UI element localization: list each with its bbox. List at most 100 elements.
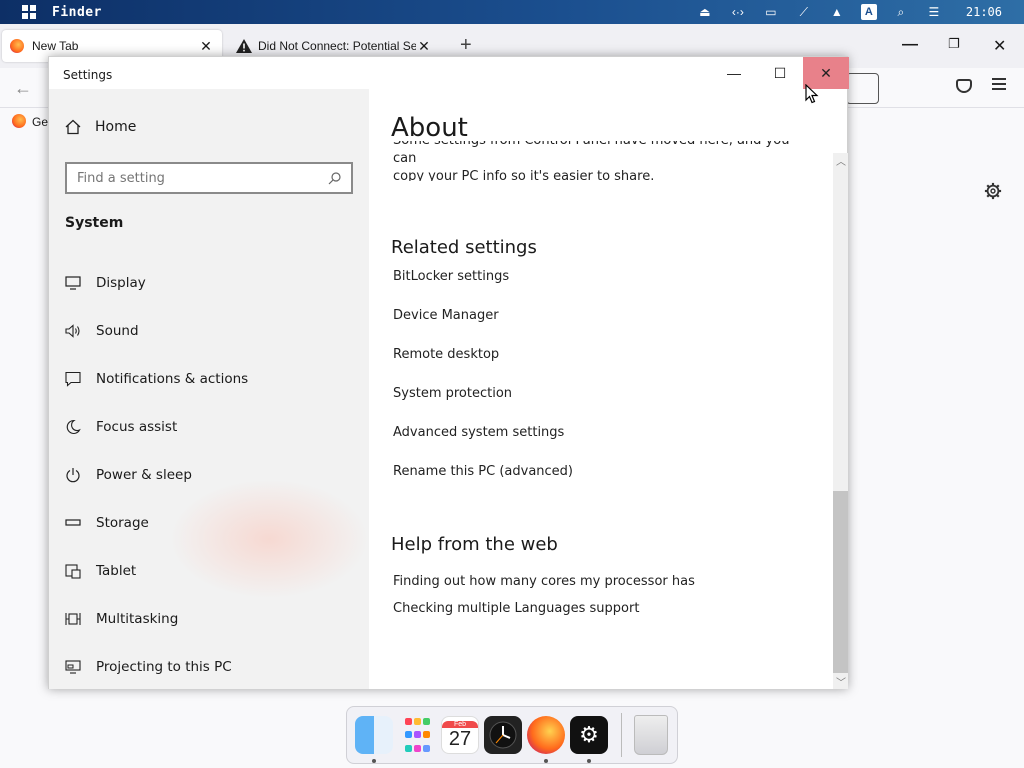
url-bar[interactable] (846, 73, 879, 104)
tab-label: Did Not Connect: Potential Security Issu… (258, 39, 416, 53)
nav-item-power-sleep[interactable]: Power & sleep (49, 451, 369, 499)
nav-item-label: Multitasking (96, 611, 179, 627)
nav-item-storage[interactable]: Storage (49, 499, 369, 547)
close-tab-icon[interactable]: ✕ (416, 38, 432, 55)
link-device-manager[interactable]: Device Manager (393, 308, 499, 323)
window-title: Settings (63, 68, 113, 82)
browser-close-icon[interactable]: ✕ (993, 36, 1006, 56)
intro-clip: Some settings from Control Panel have mo… (369, 141, 833, 181)
nav-item-focus-assist[interactable]: Focus assist (49, 403, 369, 451)
upload-icon[interactable]: ▲ (828, 4, 846, 20)
trash-icon[interactable] (634, 715, 668, 755)
browser-minimize-icon[interactable]: — (902, 36, 918, 54)
network-code-icon[interactable]: ‹·› (729, 4, 747, 20)
nav-item-tablet[interactable]: Tablet (49, 547, 369, 595)
firefox-icon (12, 114, 26, 128)
system-tray: ⏏ ‹·› ▭ ⟋ ▲ A ⌕ ☰ 21:06 (696, 0, 1024, 24)
home-nav-item[interactable]: Home (65, 119, 136, 135)
notifications-icon (65, 371, 81, 387)
active-app-name: Finder (52, 4, 102, 20)
tablet-icon (65, 563, 81, 579)
minimize-button[interactable]: — (711, 57, 757, 89)
running-indicator (372, 759, 376, 763)
nav-item-notifications[interactable]: Notifications & actions (49, 355, 369, 403)
related-settings-heading: Related settings (391, 237, 537, 258)
power-icon (65, 467, 81, 483)
search-input[interactable] (77, 170, 328, 186)
browser-restore-icon[interactable]: ❐ (948, 36, 960, 52)
wifi-off-icon[interactable]: ⟋ (795, 4, 813, 20)
link-help-languages[interactable]: Checking multiple Languages support (393, 601, 639, 616)
control-center-icon[interactable]: ☰ (925, 4, 943, 20)
clock-icon[interactable] (484, 716, 522, 754)
nav-item-projecting[interactable]: Projecting to this PC (49, 643, 369, 691)
nav-item-label: Display (96, 275, 146, 291)
page-title: About (391, 113, 468, 143)
intro-text: Some settings from Control Panel have mo… (393, 141, 813, 181)
settings-icon[interactable]: ⚙ (570, 716, 608, 763)
link-bitlocker-settings[interactable]: BitLocker settings (393, 269, 509, 284)
scroll-thumb[interactable] (833, 491, 848, 673)
scroll-down-arrow-icon[interactable]: ﹀ (836, 674, 846, 689)
multitasking-icon (65, 611, 81, 627)
system-nav-list: Display Sound Notifications & actions Fo… (49, 259, 369, 691)
nav-item-multitasking[interactable]: Multitasking (49, 595, 369, 643)
launchpad-icon[interactable] (398, 716, 436, 754)
moon-icon (65, 419, 81, 435)
link-advanced-system-settings[interactable]: Advanced system settings (393, 425, 564, 440)
mouse-cursor-icon (805, 84, 819, 104)
nav-item-label: Notifications & actions (96, 371, 249, 387)
intro-line-1: Some settings from Control Panel have mo… (393, 141, 789, 166)
firefox-icon[interactable] (527, 716, 565, 763)
finder-icon[interactable] (355, 716, 393, 763)
gear-icon[interactable] (984, 182, 1002, 200)
eject-icon[interactable]: ⏏ (696, 4, 714, 20)
running-indicator (544, 759, 548, 763)
nav-item-label: Projecting to this PC (96, 659, 232, 675)
pocket-icon[interactable] (956, 79, 972, 93)
hamburger-menu-icon[interactable] (992, 78, 1006, 93)
link-rename-this-pc[interactable]: Rename this PC (advanced) (393, 464, 573, 479)
link-system-protection[interactable]: System protection (393, 386, 512, 401)
about-content-pane: About Some settings from Control Panel h… (369, 89, 833, 689)
help-heading: Help from the web (391, 534, 558, 555)
close-tab-icon[interactable]: ✕ (198, 38, 214, 55)
nav-item-sound[interactable]: Sound (49, 307, 369, 355)
back-arrow-icon[interactable]: ← (14, 78, 32, 99)
display-icon (65, 275, 81, 291)
running-indicator (587, 759, 591, 763)
sound-icon (65, 323, 81, 339)
settings-window: Settings — ☐ ✕ Home System Display Sound… (48, 56, 849, 689)
tab-label: New Tab (32, 39, 79, 53)
nav-item-label: Storage (96, 515, 149, 531)
find-setting-search[interactable] (65, 162, 353, 194)
maximize-button[interactable]: ☐ (757, 57, 803, 89)
windows-logo-icon[interactable] (22, 5, 36, 19)
nav-item-label: Focus assist (96, 419, 178, 435)
link-remote-desktop[interactable]: Remote desktop (393, 347, 499, 362)
system-top-bar: Finder ⏏ ‹·› ▭ ⟋ ▲ A ⌕ ☰ 21:06 (0, 0, 1024, 24)
intro-line-2: copy your PC info so it's easier to shar… (393, 169, 655, 181)
search-icon[interactable]: ⌕ (892, 4, 910, 20)
projecting-icon (65, 659, 81, 675)
dock: Feb 27 ⚙ (346, 706, 678, 764)
nav-item-label: Sound (96, 323, 139, 339)
search-icon[interactable] (328, 171, 341, 185)
settings-sidebar: Home System Display Sound Notifications … (49, 89, 369, 689)
display-icon[interactable]: ▭ (762, 4, 780, 20)
clock[interactable]: 21:06 (966, 5, 1002, 19)
keyboard-layout-indicator[interactable]: A (860, 4, 877, 20)
content-scrollbar[interactable]: ︿ ﹀ (833, 153, 848, 689)
calendar-icon[interactable]: Feb 27 (441, 716, 479, 754)
nav-item-display[interactable]: Display (49, 259, 369, 307)
calendar-day: 27 (448, 727, 472, 750)
storage-icon (65, 515, 81, 531)
scroll-up-arrow-icon[interactable]: ︿ (836, 153, 846, 168)
new-tab-plus-icon[interactable]: + (460, 34, 472, 57)
nav-item-label: Power & sleep (96, 467, 192, 483)
nav-item-label: Tablet (96, 563, 137, 579)
warning-icon (236, 39, 252, 53)
link-help-processor-cores[interactable]: Finding out how many cores my processor … (393, 574, 695, 589)
firefox-icon (10, 39, 24, 53)
home-icon (65, 119, 81, 135)
